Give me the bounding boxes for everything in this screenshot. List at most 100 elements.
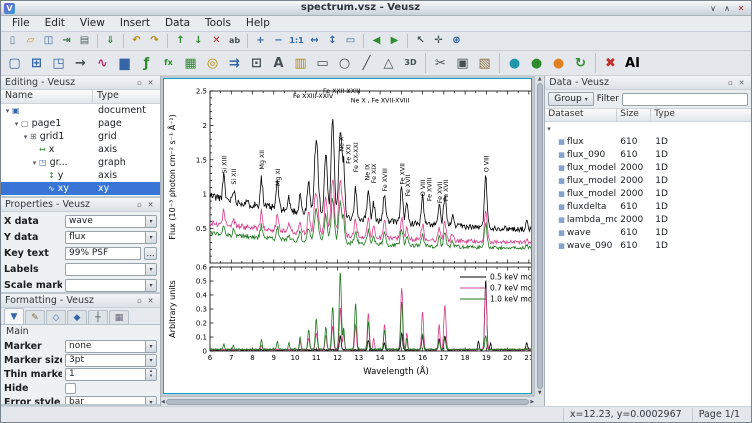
close-panel-icon[interactable]: ✕ xyxy=(145,200,156,210)
dataset-row-flux-model[interactable]: ▦flux_model...20001D xyxy=(545,187,751,200)
paste-widget-button[interactable]: ▧ xyxy=(474,53,495,74)
menu-data[interactable]: Data xyxy=(158,16,197,31)
zoom-in-button[interactable]: + xyxy=(252,34,269,49)
print-button[interactable]: ▤ xyxy=(76,34,93,49)
filter-input[interactable] xyxy=(622,93,748,106)
property-x-data-combo[interactable]: wave▾ xyxy=(65,215,157,228)
data-reload-button[interactable]: ↻ xyxy=(570,53,591,74)
dataset-row-wave[interactable]: ▦wave6101D xyxy=(545,226,751,239)
vertical-scrollbar[interactable]: ▲ ▼ xyxy=(534,76,544,396)
add-graph-button[interactable]: ◳ xyxy=(48,53,69,74)
column-type[interactable]: Type xyxy=(651,109,751,121)
formatting-error-style-combo[interactable]: bar▾ xyxy=(65,396,157,405)
add-axis-button[interactable]: → xyxy=(70,53,91,74)
tab-main-icon[interactable]: ▼ xyxy=(4,308,24,324)
tab-error-bar-icon[interactable]: ┼ xyxy=(88,310,108,324)
undock-panel-icon[interactable]: ▫ xyxy=(725,78,736,88)
expander-icon[interactable]: ▾ xyxy=(12,120,21,128)
tab-marker-border-icon[interactable]: ◇ xyxy=(46,310,66,324)
close-panel-icon[interactable]: ✕ xyxy=(736,78,747,88)
group-button[interactable]: Group ▾ xyxy=(548,92,593,106)
delete-widget-button[interactable]: ✕ xyxy=(208,34,225,49)
dataset-row-flux-090[interactable]: ▦flux_0906101D xyxy=(545,148,751,161)
copy-widget-button[interactable]: ▣ xyxy=(452,53,473,74)
minimize-button[interactable]: ∨ xyxy=(706,3,720,15)
menu-file[interactable]: File xyxy=(5,16,37,31)
close-panel-icon[interactable]: ✕ xyxy=(145,296,156,306)
zoom-graph-axes-button[interactable]: ⊕ xyxy=(448,34,465,49)
zoom-width-button[interactable]: ↔ xyxy=(306,34,323,49)
formatting-hide-checkbox[interactable] xyxy=(65,383,76,394)
formatting-marker-size-combo[interactable]: 3pt▾ xyxy=(65,354,157,367)
horizontal-scrollbar[interactable]: ◀ ▶ xyxy=(161,396,534,406)
tree-row-page1[interactable]: ▾▢page1page xyxy=(1,117,160,130)
new-document-button[interactable]: ▯ xyxy=(4,34,21,49)
undo-button[interactable]: ↶ xyxy=(128,34,145,49)
tab-marker-fill-icon[interactable]: ◆ xyxy=(67,310,87,324)
zoom-out-button[interactable]: − xyxy=(270,34,287,49)
undock-panel-icon[interactable]: ▫ xyxy=(134,296,145,306)
data-edit-button[interactable]: ● xyxy=(526,53,547,74)
tree-row-x[interactable]: ↔xaxis xyxy=(1,143,160,156)
expander-icon[interactable]: ▾ xyxy=(30,159,39,167)
add-3d-scene-button[interactable]: 3D xyxy=(400,53,421,74)
menu-tools[interactable]: Tools xyxy=(198,16,238,31)
scroll-up-icon[interactable]: ▲ xyxy=(538,76,542,82)
menu-view[interactable]: View xyxy=(73,16,112,31)
move-widget-down-button[interactable]: ↓ xyxy=(190,34,207,49)
add-ellipse-button[interactable]: ○ xyxy=(334,53,355,74)
maximize-button[interactable]: ∧ xyxy=(720,3,734,15)
add-image-button[interactable]: ▦ xyxy=(180,53,201,74)
property-labels-combo[interactable]: ▾ xyxy=(65,263,157,276)
move-widget-up-button[interactable]: ↑ xyxy=(172,34,189,49)
menu-insert[interactable]: Insert xyxy=(113,16,157,31)
zoom-original-button[interactable]: 1:1 xyxy=(288,34,305,49)
add-xy-button[interactable]: ∿ xyxy=(92,53,113,74)
cut-widget-button[interactable]: ✂ xyxy=(430,53,451,74)
add-label-button[interactable]: A xyxy=(268,53,289,74)
tree-row-grid1[interactable]: ▾⊞grid1grid xyxy=(1,130,160,143)
column-dataset[interactable]: Dataset xyxy=(545,109,617,121)
property-key-text-field[interactable]: 99% PSF xyxy=(65,247,141,260)
add-key-button[interactable]: ⊡ xyxy=(246,53,267,74)
dataset-row-flux-model[interactable]: ▦flux_model...20001D xyxy=(545,174,751,187)
add-page-button[interactable]: ▢ xyxy=(4,53,25,74)
redo-button[interactable]: ↷ xyxy=(146,34,163,49)
import-data-button[interactable]: ⇓ xyxy=(102,34,119,49)
formatting-marker-combo[interactable]: none▾ xyxy=(65,340,157,353)
rename-widget-button[interactable]: ab xyxy=(226,34,243,49)
undock-panel-icon[interactable]: ▫ xyxy=(134,200,145,210)
add-line-button[interactable]: ╱ xyxy=(356,53,377,74)
spin-down-icon[interactable]: ▾ xyxy=(146,374,156,380)
tab-plot-line-icon[interactable]: ✎ xyxy=(25,310,45,324)
property-scale-markers-combo[interactable]: ▾ xyxy=(65,279,157,292)
menu-help[interactable]: Help xyxy=(239,16,277,31)
undock-panel-icon[interactable]: ▫ xyxy=(134,78,145,88)
property-y-data-combo[interactable]: flux▾ xyxy=(65,231,157,244)
scroll-left-icon[interactable]: ◀ xyxy=(161,399,165,405)
menu-edit[interactable]: Edit xyxy=(38,16,72,31)
next-page-button[interactable]: ▶ xyxy=(386,34,403,49)
zoom-page-button[interactable]: ▭ xyxy=(342,34,359,49)
add-grid-button[interactable]: ⊞ xyxy=(26,53,47,74)
add-vector-field-button[interactable]: ⇉ xyxy=(224,53,245,74)
column-size[interactable]: Size xyxy=(617,109,651,121)
add-contour-button[interactable]: ◎ xyxy=(202,53,223,74)
dataset-row-lambda-mo[interactable]: ▦lambda_mo...20001D xyxy=(545,213,751,226)
tree-row-xy[interactable]: ∿xyxy xyxy=(1,182,160,195)
close-file-button[interactable]: ✖ xyxy=(600,53,621,74)
dataset-row-fluxdelta[interactable]: ▦fluxdelta6101D xyxy=(545,200,751,213)
dataset-root-row[interactable]: ▾ xyxy=(545,122,751,135)
select-items-button[interactable]: ↖ xyxy=(412,34,429,49)
add-polygon-button[interactable]: △ xyxy=(378,53,399,74)
add-fit-button[interactable]: ƒ xyxy=(136,53,157,74)
column-name[interactable]: Name xyxy=(1,90,93,103)
plot-canvas[interactable]: 678910111213141516171819202122230.511.52… xyxy=(163,78,532,394)
tree-row-gr[interactable]: ▾◳gr...graph xyxy=(1,156,160,169)
formatting-thin-markers-spin[interactable]: 1▴▾ xyxy=(65,368,157,381)
scrollbar-thumb[interactable] xyxy=(537,83,543,389)
close-button[interactable]: ✕ xyxy=(734,3,748,15)
add-rectangle-button[interactable]: ▭ xyxy=(312,53,333,74)
property-key-text-more-button[interactable]: … xyxy=(144,247,157,260)
dataset-row-flux[interactable]: ▦flux6101D xyxy=(545,135,751,148)
